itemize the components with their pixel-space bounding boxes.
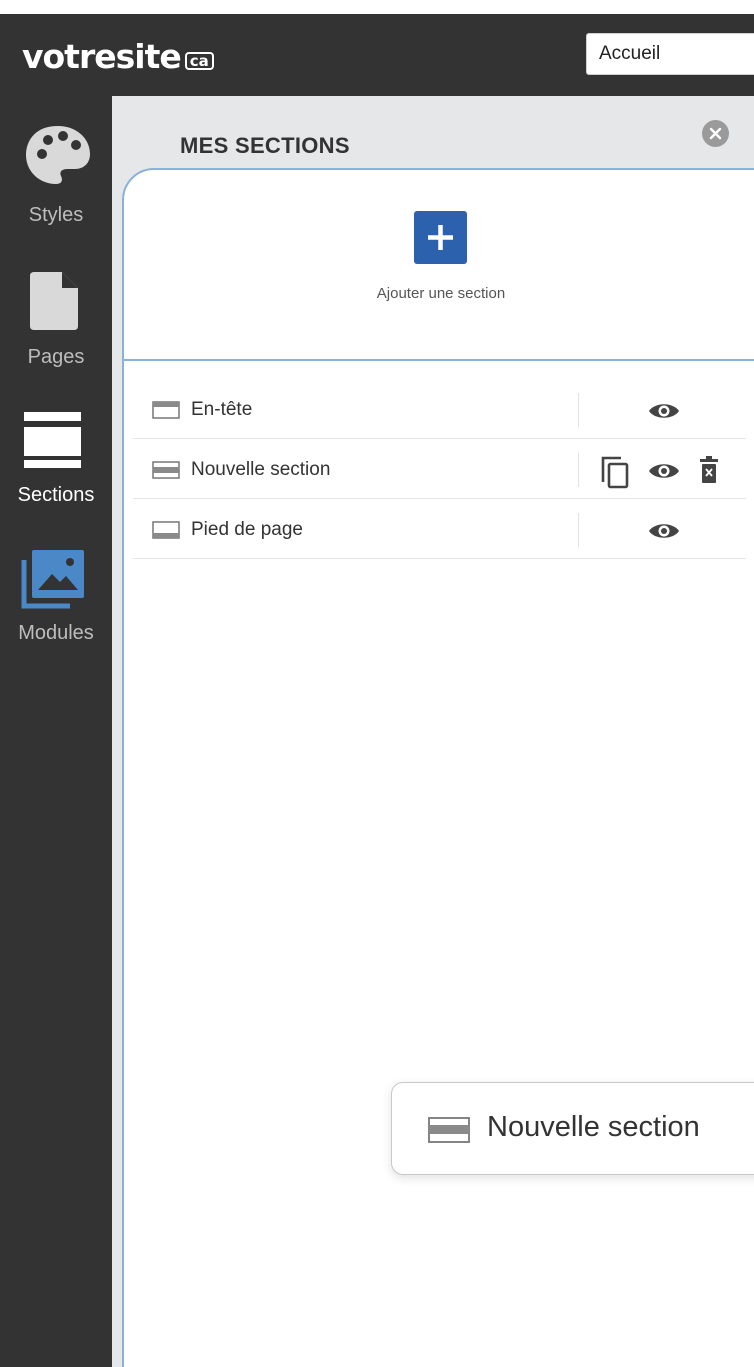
eye-icon[interactable] — [647, 460, 681, 482]
section-row-new[interactable]: Nouvelle section — [133, 439, 746, 499]
plus-icon — [428, 225, 453, 250]
page-select[interactable]: Accueil — [586, 33, 754, 75]
sidebar-item-pages[interactable]: Pages — [0, 270, 112, 380]
section-drag-icon — [428, 1117, 470, 1143]
page-icon — [30, 272, 78, 330]
section-row-label: Nouvelle section — [191, 459, 331, 480]
logo-text: votresite — [22, 37, 182, 76]
add-section-area[interactable] — [124, 170, 754, 360]
sections-icon — [24, 412, 81, 468]
section-row-label: En-tête — [191, 399, 253, 420]
drag-ghost-section[interactable]: Nouvelle section — [391, 1082, 754, 1175]
close-button[interactable] — [702, 120, 729, 147]
close-icon — [709, 127, 722, 140]
top-bar: votresite ca Accueil — [0, 14, 754, 96]
section-row-icon — [152, 461, 180, 479]
row-separator — [578, 393, 579, 427]
sidebar: Styles Pages Sections Modules — [0, 96, 112, 1367]
section-row-footer[interactable]: Pied de page — [133, 499, 746, 559]
top-edge — [0, 0, 754, 14]
sidebar-item-label: Modules — [18, 622, 94, 644]
eye-icon[interactable] — [647, 400, 681, 422]
sidebar-item-modules[interactable]: Modules — [0, 548, 112, 658]
row-separator — [578, 453, 579, 487]
row-separator — [578, 513, 579, 547]
trash-icon[interactable] — [699, 455, 719, 485]
palette-icon — [26, 126, 90, 184]
section-row-label: Pied de page — [191, 519, 303, 540]
logo-suffix: ca — [184, 52, 214, 70]
divider — [124, 359, 754, 361]
panel-title: MES SECTIONS — [180, 133, 350, 158]
sidebar-item-label: Styles — [28, 204, 84, 226]
add-section-label: Ajouter une section — [376, 285, 506, 302]
image-icon — [21, 550, 84, 609]
copy-icon[interactable] — [600, 455, 630, 489]
section-row-header[interactable]: En-tête — [133, 379, 746, 439]
sidebar-item-sections[interactable]: Sections — [0, 410, 112, 520]
sidebar-item-label: Sections — [17, 484, 95, 506]
add-section-button[interactable] — [414, 211, 467, 264]
logo[interactable]: votresite ca — [22, 36, 214, 76]
drag-ghost-label: Nouvelle section — [487, 1111, 700, 1143]
section-row-icon — [152, 401, 180, 419]
eye-icon[interactable] — [647, 520, 681, 542]
section-row-icon — [152, 521, 180, 539]
sidebar-item-label: Pages — [27, 346, 85, 368]
sidebar-item-styles[interactable]: Styles — [0, 118, 112, 238]
